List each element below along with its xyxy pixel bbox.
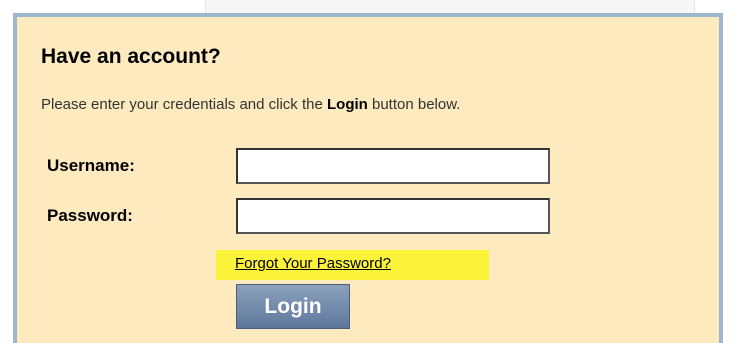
instructions-text: Please enter your credentials and click … — [41, 96, 327, 113]
password-label: Password: — [47, 206, 133, 225]
login-panel: Have an account? Please enter your crede… — [13, 13, 723, 343]
forgot-password-link[interactable]: Forgot Your Password? — [235, 255, 391, 272]
login-instructions: Please enter your credentials and click … — [41, 96, 460, 113]
username-label: Username: — [47, 156, 135, 175]
instructions-text-end: button below. — [367, 96, 461, 113]
password-input[interactable] — [236, 198, 550, 234]
page: Have an account? Please enter your crede… — [0, 0, 736, 343]
username-input[interactable] — [236, 148, 550, 184]
login-title: Have an account? — [41, 45, 221, 68]
instructions-login-word: Login — [327, 96, 368, 113]
login-button[interactable]: Login — [236, 284, 350, 329]
top-bar — [205, 0, 695, 14]
